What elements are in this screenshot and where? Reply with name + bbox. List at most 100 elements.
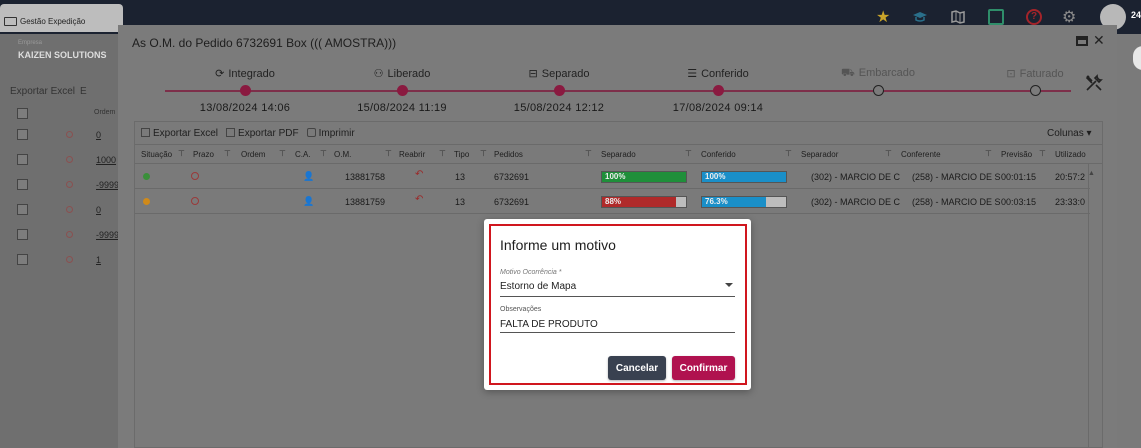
stepper-line [165,90,1071,92]
step-date: 15/08/2024 12:12 [513,102,605,114]
column-header[interactable]: Separado [601,150,636,159]
filter-icon[interactable]: ⊤ [585,149,592,158]
separador-cell: (302) - MARCIO DE C [811,197,901,207]
reopen-icon[interactable]: ↶ [415,169,423,180]
bg-row-checkbox[interactable] [17,229,28,240]
column-header[interactable]: Pedidos [494,150,523,159]
pedido-cell: 6732691 [494,172,530,182]
gear-icon[interactable]: ⚙ [1062,7,1078,26]
bg-row-status-icon [66,206,73,213]
export-pdf-button[interactable]: Exportar PDF [226,128,299,139]
bg-row-checkbox[interactable] [17,154,28,165]
bg-export-excel[interactable]: Exportar Excel [10,86,75,97]
filter-icon[interactable]: ⊤ [178,149,185,158]
columns-button[interactable]: Colunas ▾ [1047,128,1092,139]
print-button[interactable]: Imprimir [306,128,355,139]
situation-status-icon [143,173,150,180]
bg-row-checkbox[interactable] [17,129,28,140]
separado-progress-label: 100% [605,172,626,181]
step-dot [713,85,724,96]
bg-ordem-header: Ordem [94,109,116,116]
sync-icon: ⟳ [215,68,225,80]
maximize-icon[interactable] [1076,36,1088,46]
filter-icon[interactable]: ⊤ [320,149,327,158]
columns-label: Colunas [1047,128,1084,139]
app-tab[interactable]: Gestão Expedição [0,4,123,32]
column-header[interactable]: Utilizado [1055,150,1086,159]
reopen-icon[interactable]: ↶ [415,194,423,205]
bg-export-other[interactable]: E [80,86,87,97]
deadline-icon [191,172,199,180]
truck-icon: ⛟ [840,67,855,79]
filter-icon[interactable]: ⊤ [985,149,992,158]
filter-icon[interactable]: ⊤ [279,149,286,158]
column-header[interactable]: Situação [141,150,172,159]
grid-toolbar: Exportar Excel Exportar PDF Imprimir [141,128,355,139]
filter-icon[interactable]: ⊤ [685,149,692,158]
bg-select-all-checkbox[interactable] [17,108,28,119]
step-label: ⚇ Liberado [322,67,482,80]
bg-row-status-icon [66,231,73,238]
bg-row-value[interactable]: 0 [96,205,101,215]
filter-icon[interactable]: ⊤ [785,149,792,158]
export-excel-button[interactable]: Exportar Excel [141,128,218,139]
close-icon[interactable]: ✕ [1093,32,1105,49]
deadline-icon [191,197,199,205]
filter-icon[interactable]: ⊤ [480,149,487,158]
filter-icon[interactable]: ⊤ [385,149,392,158]
chevron-down-icon [725,283,733,287]
conferido-progress-label: 76.3% [705,197,728,206]
bg-row-value[interactable]: 1 [96,255,101,265]
pedido-cell: 6732691 [494,197,530,207]
export-excel-label: Exportar Excel [153,128,219,139]
star-icon[interactable]: ★ [876,7,892,26]
pdf-icon [226,128,236,137]
column-header[interactable]: Separador [801,150,838,159]
export-pdf-label: Exportar PDF [238,128,299,139]
filter-icon[interactable]: ⊤ [439,149,446,158]
app-tab-label: Gestão Expedição [20,17,86,26]
motivo-select[interactable]: Estorno de Mapa [500,278,735,297]
dashboard-chart-icon[interactable] [988,9,1004,25]
graduation-cap-icon[interactable] [912,9,928,25]
column-header[interactable]: Conferente [901,150,941,159]
table-row[interactable]: 👤 13881759 ↶ 13 6732691 88% 76.3% (302) - MARCI… [135,190,1090,214]
bg-row-value[interactable]: -9999 [96,230,119,240]
tools-icon[interactable] [1084,73,1104,98]
column-header[interactable]: Previsão [1001,150,1032,159]
step-label: ⛟ Embarcado [798,67,958,81]
step-date: 15/08/2024 11:19 [357,102,447,114]
conferente-cell: (258) - MARCIO DE S [912,197,1001,207]
cancel-button[interactable]: Cancelar [608,356,666,380]
scroll-up-icon[interactable]: ▲ [1088,170,1095,177]
bg-row-value[interactable]: 1000 [96,155,116,165]
help-icon[interactable]: ? [1026,9,1042,25]
step-dot [397,85,408,96]
bg-row-value[interactable]: 0 [96,130,101,140]
bg-row-value[interactable]: -9999 [96,180,119,190]
step-label-text: Faturado [1019,68,1064,80]
step-dot [873,85,884,96]
bg-row-checkbox[interactable] [17,204,28,215]
column-header[interactable]: O.M. [334,150,351,159]
map-icon[interactable] [950,9,966,25]
column-header[interactable]: Prazo [193,150,214,159]
filter-icon[interactable]: ⊤ [885,149,892,158]
user-badge: 24 [1131,10,1141,20]
column-header[interactable]: C.A. [295,150,311,159]
table-row[interactable]: 👤 13881758 ↶ 13 6732691 100% 100% (302) - MARCI… [135,165,1090,189]
confirm-button[interactable]: Confirmar [672,356,735,380]
previsao-cell: 00:03:15 [1001,197,1037,207]
filter-icon[interactable]: ⊤ [1039,149,1046,158]
filter-icon[interactable]: ⊤ [224,149,231,158]
column-header[interactable]: Tipo [454,150,469,159]
conferido-progress: 100% [701,171,787,183]
column-header[interactable]: Conferido [701,150,736,159]
printer-icon [306,128,316,137]
bg-row-checkbox[interactable] [17,179,28,190]
column-header[interactable]: Ordem [241,150,265,159]
bg-row-checkbox[interactable] [17,254,28,265]
observacoes-field[interactable] [500,315,735,333]
column-header[interactable]: Reabrir [399,150,425,159]
user-check-icon: ⚇ [373,68,384,80]
